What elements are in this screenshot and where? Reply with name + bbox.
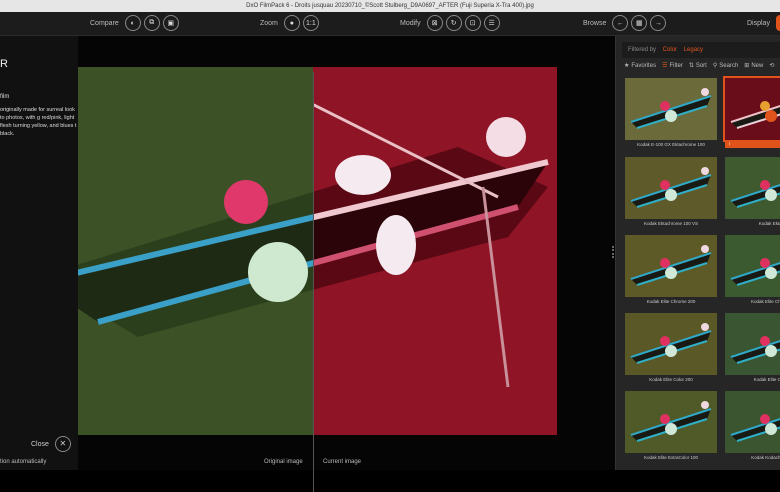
zoom-label: Zoom xyxy=(260,19,278,27)
compare-group: Compare ◐ ⧉ ▣ xyxy=(90,15,179,31)
presets-panel: Filtered by Color Legacy ★ Favorites ☰ Fil… xyxy=(615,36,780,470)
film-description: originally made for surreal look to phot… xyxy=(0,107,77,137)
preset-thumbnail[interactable] xyxy=(725,313,780,375)
next-button[interactable]: → xyxy=(650,15,667,31)
preset-preview xyxy=(625,78,717,140)
selected-preset-bar[interactable]: iKodak Elite xyxy=(725,140,780,148)
preset-label: Kodak Elite ExtraColor 100 xyxy=(643,455,699,460)
image-viewer[interactable] xyxy=(0,36,615,492)
browse-label: Browse xyxy=(583,19,607,27)
auto-text: tion automatically xyxy=(0,459,47,465)
preset-preview xyxy=(625,235,717,297)
rotate-button[interactable]: ↻ xyxy=(445,15,462,31)
filter-bar: Filtered by Color Legacy xyxy=(622,42,780,58)
star-icon: ★ xyxy=(624,63,630,69)
crop-button[interactable]: ⊠ xyxy=(426,15,443,31)
preset-thumbnail[interactable] xyxy=(625,78,717,140)
filter-tag-color[interactable]: Color xyxy=(663,47,677,53)
reset-icon: ⟲ xyxy=(769,63,775,69)
preset-preview xyxy=(725,391,780,453)
filter-button[interactable]: ☰ Filter xyxy=(662,62,683,69)
favorites-button[interactable]: ★ Favorites xyxy=(624,62,656,69)
preset-label: Kodak Kodachrome xyxy=(751,455,780,460)
copy-button[interactable]: ⊡ xyxy=(464,15,481,31)
filter-icon: ☰ xyxy=(662,63,668,69)
film-type: film xyxy=(0,94,10,100)
info-icon[interactable]: i xyxy=(725,140,730,148)
preset-thumbnail[interactable] xyxy=(725,235,780,297)
photo xyxy=(78,67,557,435)
presets-toolbar: ★ Favorites ☰ Filter ⇅ Sort ⚲ Search ⊞ New ⟲ xyxy=(624,62,776,69)
preset-preview xyxy=(725,235,780,297)
compare-label: Compare xyxy=(90,19,119,27)
display-group: Display xyxy=(747,15,780,31)
new-icon: ⊞ xyxy=(744,63,750,69)
preset-preview xyxy=(625,391,717,453)
modify-group: Modify ⊠ ↻ ⊡ ☰ xyxy=(400,15,500,31)
settings-button[interactable]: ☰ xyxy=(483,15,500,31)
current-image-label: Current image xyxy=(323,459,362,465)
sort-button[interactable]: ⇅ Sort xyxy=(689,62,707,69)
preset-label: Kodak E-100 GX Ektachrome 100 xyxy=(637,142,705,147)
compare-split-handle[interactable] xyxy=(313,72,314,492)
display-label: Display xyxy=(747,19,770,27)
browse-group: Browse ← ▦ → xyxy=(583,15,667,31)
preset-preview xyxy=(725,313,780,375)
preset-thumbnail[interactable] xyxy=(625,157,717,219)
preset-preview xyxy=(725,157,780,219)
close-icon[interactable]: ✕ xyxy=(54,436,71,452)
preset-thumbnail[interactable] xyxy=(725,391,780,453)
zoom-fit-button[interactable]: ● xyxy=(283,15,300,31)
previous-button[interactable]: ← xyxy=(612,15,629,31)
main-toolbar: Compare ◐ ⧉ ▣ Zoom ● 1:1 Modify ⊠ ↻ ⊡ ☰ … xyxy=(0,12,780,36)
filtered-by-label: Filtered by xyxy=(628,47,657,53)
modify-label: Modify xyxy=(400,19,421,27)
preset-thumbnail[interactable] xyxy=(723,76,780,142)
sort-icon: ⇅ xyxy=(688,63,694,69)
grid-button[interactable]: ▦ xyxy=(631,15,648,31)
search-icon: ⚲ xyxy=(712,63,718,69)
preset-thumbnail[interactable] xyxy=(725,157,780,219)
preset-thumbnail[interactable] xyxy=(625,391,717,453)
panel-resize-handle[interactable] xyxy=(612,246,614,258)
preset-label: Kodak Elite Chrome 200 xyxy=(646,299,696,304)
preset-preview xyxy=(625,157,717,219)
preset-thumbnail[interactable] xyxy=(625,235,717,297)
filter-tag-legacy[interactable]: Legacy xyxy=(684,47,703,53)
preset-label: Kodak Ektar xyxy=(758,221,780,226)
search-button[interactable]: ⚲ Search xyxy=(713,62,738,69)
compare-split-button[interactable]: ◐ xyxy=(124,15,141,31)
compare-side-button[interactable]: ⧉ xyxy=(143,15,160,31)
film-title: R xyxy=(0,58,8,70)
compare-image-button[interactable]: ▣ xyxy=(162,15,179,31)
preset-label: Kodak Elite Chrome xyxy=(750,299,780,304)
close-button[interactable]: Close ✕ xyxy=(31,436,71,452)
new-button[interactable]: ⊞ New xyxy=(744,62,763,69)
preset-label: Kodak Elite Color xyxy=(753,377,780,382)
reset-button[interactable]: ⟲ xyxy=(769,62,776,69)
window-title: DxO FilmPack 6 - Droits jusquau 20230710… xyxy=(0,0,780,12)
display-toggle-button[interactable] xyxy=(775,15,780,31)
preset-preview xyxy=(725,78,780,140)
zoom-group: Zoom ● 1:1 xyxy=(260,15,319,31)
film-info-panel: R film originally made for surreal look … xyxy=(0,36,78,470)
preset-label: Kodak Elite Color 200 xyxy=(649,377,693,382)
preset-thumbnail[interactable] xyxy=(625,313,717,375)
preset-preview xyxy=(625,313,717,375)
preset-label: Kodak Ektachrome 100 VS xyxy=(643,221,699,226)
original-image-label: Original image xyxy=(264,459,303,465)
zoom-100-button[interactable]: 1:1 xyxy=(302,15,319,31)
close-label: Close xyxy=(31,440,49,448)
